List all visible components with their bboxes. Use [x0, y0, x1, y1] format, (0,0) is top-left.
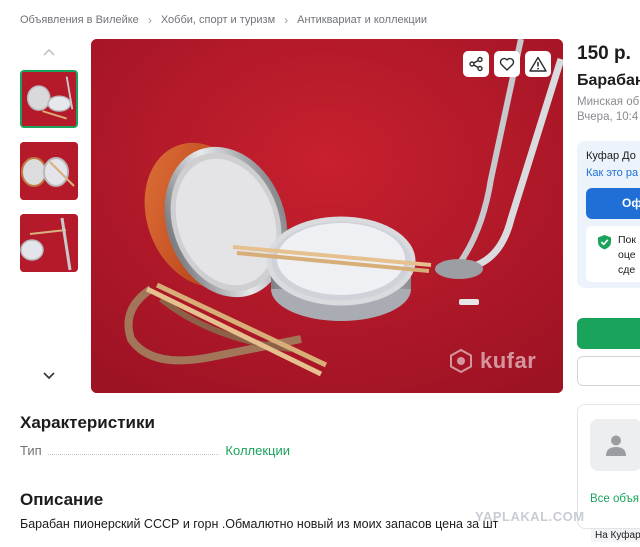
chevron-up-icon[interactable] — [41, 44, 57, 60]
delivery-info-link[interactable]: Как это ра — [586, 167, 638, 179]
safe-deal-line: Пок — [618, 234, 636, 246]
report-button[interactable] — [525, 51, 551, 77]
delivery-panel: Куфар До Как это ра Оф Пок оце сде — [577, 141, 640, 288]
secondary-action-button[interactable] — [577, 356, 640, 386]
order-delivery-button[interactable]: Оф — [586, 188, 640, 219]
posted-time: Вчера, 10:4 — [577, 111, 639, 123]
drum-and-bugle-photo — [91, 39, 563, 393]
delivery-title: Куфар До — [586, 150, 636, 162]
site-watermark: YAPLAKAL.COM — [475, 509, 585, 524]
thumbnail-3[interactable] — [20, 214, 78, 272]
safe-deal-card: Пок оце сде — [586, 226, 640, 282]
description-text: Барабан пионерский СССР и горн .Обмалютн… — [20, 517, 499, 531]
breadcrumb-item[interactable]: Антиквариат и коллекции — [297, 14, 427, 26]
drum-thumbnail-image — [22, 72, 76, 126]
user-icon — [606, 435, 626, 456]
breadcrumb-item[interactable]: Объявления в Вилейке — [20, 14, 139, 26]
drum-thumbnail-image — [20, 142, 78, 200]
main-photo[interactable]: kufar — [91, 39, 563, 393]
warning-icon — [529, 56, 547, 72]
characteristics-heading: Характеристики — [20, 413, 155, 432]
safe-deal-line: сде — [618, 264, 636, 276]
safe-deal-text: Пок оце сде — [618, 233, 636, 278]
heart-icon — [499, 57, 515, 71]
spec-dots — [47, 445, 220, 455]
spec-key: Тип — [20, 443, 42, 458]
price: 150 р. — [577, 43, 631, 64]
contact-seller-button[interactable] — [577, 318, 640, 349]
spec-value-link[interactable]: Коллекции — [225, 443, 290, 458]
thumbnail-2[interactable] — [20, 142, 78, 200]
breadcrumb-separator-icon: › — [284, 13, 289, 27]
breadcrumb: Объявления в Вилейке › Хобби, спорт и ту… — [20, 13, 427, 27]
drum-thumbnail-image — [20, 214, 78, 272]
listing-title: Барабан — [577, 72, 640, 89]
footer-tag: На Куфар — [591, 529, 640, 542]
breadcrumb-separator-icon: › — [147, 13, 152, 27]
avatar[interactable] — [590, 419, 640, 471]
chevron-down-icon[interactable] — [41, 368, 57, 384]
breadcrumb-item[interactable]: Хобби, спорт и туризм — [161, 14, 275, 26]
spec-row: Тип Коллекции — [20, 443, 290, 458]
description-heading: Описание — [20, 490, 104, 509]
shield-check-icon — [598, 235, 611, 250]
safe-deal-line: оце — [618, 249, 636, 261]
watermark-text: kufar — [480, 348, 537, 373]
location: Минская об — [577, 96, 640, 108]
all-listings-link[interactable]: Все объя — [590, 493, 639, 505]
seller-card: Все объя — [577, 404, 640, 529]
share-icon — [469, 56, 483, 72]
share-button[interactable] — [463, 51, 489, 77]
kufar-logo-icon — [450, 348, 472, 374]
favorite-button[interactable] — [494, 51, 520, 77]
thumbnail-1[interactable] — [20, 70, 78, 128]
kufar-watermark: kufar — [448, 348, 536, 374]
